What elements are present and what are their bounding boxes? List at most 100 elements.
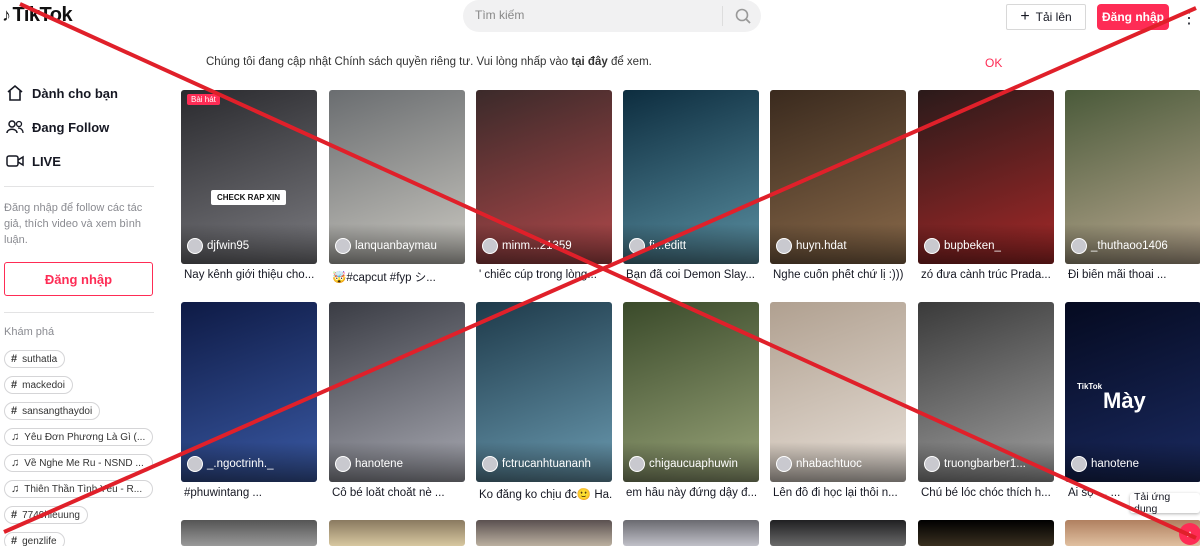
explore-tag[interactable]: # suthatla xyxy=(4,350,66,368)
video-thumbnail[interactable] xyxy=(476,520,612,546)
video-thumbnail[interactable]: _thuthaoo1406 xyxy=(1065,90,1200,264)
video-author[interactable]: _.ngoctrinh._ xyxy=(187,456,274,472)
avatar xyxy=(629,238,645,254)
login-button-top[interactable]: Đăng nhập xyxy=(1097,4,1169,30)
tiktok-logo[interactable]: ♪ TikTok xyxy=(2,4,73,27)
plus-icon: + xyxy=(1020,8,1030,25)
video-thumbnail[interactable] xyxy=(918,520,1054,546)
explore-tag[interactable]: ♫ Yêu Đơn Phương Là Gì (... xyxy=(4,428,153,446)
video-caption[interactable]: Đi biển mãi thoai ... xyxy=(1068,269,1200,281)
video-caption[interactable]: Lên đồ đi học lại thôi n... xyxy=(773,487,906,499)
scroll-top-icon[interactable]: ▲ xyxy=(1179,523,1200,545)
author-name: minm...21359 xyxy=(502,240,572,252)
video-author[interactable]: bupbeken_ xyxy=(924,238,1001,254)
avatar xyxy=(335,456,351,472)
video-thumbnail[interactable]: truongbarber1... xyxy=(918,302,1054,482)
author-name: chigaucuaphuwin xyxy=(649,458,738,470)
video-author[interactable]: nhabachtuoc xyxy=(776,456,862,472)
avatar xyxy=(1071,238,1087,254)
avatar xyxy=(776,456,792,472)
video-caption[interactable]: Nay kênh giới thiệu cho... xyxy=(184,269,317,281)
video-caption[interactable]: zó đưa cành trúc Prada... xyxy=(921,269,1054,281)
video-caption[interactable]: em hầu này đứng dậy đ... xyxy=(626,487,759,499)
tag-label: genzlife xyxy=(22,535,57,546)
author-name: hanotene xyxy=(1091,458,1139,470)
video-author[interactable]: huyn.hdat xyxy=(776,238,847,254)
video-caption[interactable]: Bạn đã coi Demon Slay... xyxy=(626,269,759,281)
author-name: _thuthaoo1406 xyxy=(1091,240,1168,252)
video-thumbnail[interactable] xyxy=(329,520,465,546)
video-thumbnail[interactable]: nhabachtuoc xyxy=(770,302,906,482)
video-thumbnail[interactable]: fctrucanhtuananh xyxy=(476,302,612,482)
video-author[interactable]: chigaucuaphuwin xyxy=(629,456,738,472)
video-author[interactable]: djfwin95 xyxy=(187,238,249,254)
download-app-button[interactable]: Tải ứng dụng xyxy=(1130,491,1200,515)
video-thumbnail[interactable]: huyn.hdat xyxy=(770,90,906,264)
video-overlay-title: Mày xyxy=(1103,388,1146,413)
video-caption[interactable]: Nghe cuốn phết chứ lị :))) xyxy=(773,269,906,281)
sidebar-item-label: LIVE xyxy=(32,153,61,169)
tag-label: mackedoi xyxy=(22,379,65,391)
video-author[interactable]: fi...editt xyxy=(629,238,686,254)
sidebar-login-button[interactable]: Đăng nhập xyxy=(4,262,153,296)
avatar xyxy=(187,238,203,254)
hashtag-icon: # xyxy=(11,509,18,521)
video-thumbnail[interactable]: fi...editt xyxy=(623,90,759,264)
explore-title: Khám phá xyxy=(4,326,55,338)
explore-tag[interactable]: ♫ Về Nghe Me Ru - NSND ... xyxy=(4,454,153,472)
video-caption[interactable]: Cô bé loắt choắt nè ... xyxy=(332,487,465,499)
search-icon[interactable] xyxy=(734,7,752,25)
video-caption[interactable]: Ko đăng ko chịu đc🙂 Ha... xyxy=(479,487,612,501)
video-author[interactable]: hanotene xyxy=(1071,456,1139,472)
sidebar-item-label: Đang Follow xyxy=(32,119,110,135)
avatar xyxy=(1071,456,1087,472)
video-thumbnail[interactable] xyxy=(181,520,317,546)
video-thumbnail[interactable] xyxy=(770,520,906,546)
notice-link[interactable]: tại đây xyxy=(571,56,607,68)
video-caption[interactable]: ' chiếc cúp trong lòng... xyxy=(479,269,612,281)
video-thumbnail[interactable]: minm...21359 xyxy=(476,90,612,264)
avatar xyxy=(482,238,498,254)
video-author[interactable]: lanquanbaymau xyxy=(335,238,437,254)
author-name: lanquanbaymau xyxy=(355,240,437,252)
explore-tag[interactable]: #7749hieuung xyxy=(4,506,88,524)
sidebar-item-live[interactable]: LIVE xyxy=(6,152,61,170)
video-thumbnail[interactable]: hanotene xyxy=(329,302,465,482)
avatar xyxy=(776,238,792,254)
video-author[interactable]: fctrucanhtuananh xyxy=(482,456,591,472)
tag-label: Thiên Thần Tình Yêu - R... xyxy=(24,483,143,495)
explore-tag[interactable]: # mackedoi xyxy=(4,376,73,394)
avatar xyxy=(482,456,498,472)
video-author[interactable]: truongbarber1... xyxy=(924,456,1026,472)
video-thumbnail[interactable]: Mày TikTok hanotene xyxy=(1065,302,1200,482)
video-thumbnail[interactable] xyxy=(623,520,759,546)
privacy-notice-bar: Chúng tôi đang cập nhật Chính sách quyền… xyxy=(168,48,1200,78)
video-caption[interactable]: 🤯#capcut #fyp シ... xyxy=(332,269,465,285)
upload-button[interactable]: + Tải lên xyxy=(1006,4,1086,30)
search-bar[interactable]: Tìm kiếm xyxy=(463,0,761,32)
hashtag-icon: # xyxy=(11,353,18,365)
avatar xyxy=(924,456,940,472)
explore-tag[interactable]: # genzlife xyxy=(4,532,65,546)
sidebar-item-following[interactable]: Đang Follow xyxy=(6,118,109,136)
avatar xyxy=(335,238,351,254)
tag-label: sansangthaydoi xyxy=(22,405,93,417)
video-caption[interactable]: Chú bé lóc chóc thích h... xyxy=(921,487,1054,499)
video-thumbnail[interactable]: _.ngoctrinh._ xyxy=(181,302,317,482)
notice-ok-button[interactable]: OK xyxy=(985,56,1002,70)
video-thumbnail[interactable]: Bài hát CHECK RAP XỊN djfwin95 xyxy=(181,90,317,264)
sidebar-item-for-you[interactable]: Dành cho bạn xyxy=(6,84,118,102)
author-name: _.ngoctrinh._ xyxy=(207,458,274,470)
explore-tag[interactable]: # sansangthaydoi xyxy=(4,402,101,420)
video-author[interactable]: minm...21359 xyxy=(482,238,572,254)
video-author[interactable]: _thuthaoo1406 xyxy=(1071,238,1168,254)
video-thumbnail[interactable]: bupbeken_ xyxy=(918,90,1054,264)
more-vertical-icon[interactable]: ⋮ xyxy=(1181,8,1197,28)
video-caption[interactable]: #phuwintang ... xyxy=(184,487,317,499)
explore-tag[interactable]: ♫ Thiên Thần Tình Yêu - R... xyxy=(4,480,153,498)
sidebar: Dành cho bạn Đang Follow LIVE Đăng nhập … xyxy=(0,80,168,546)
video-thumbnail[interactable]: chigaucuaphuwin xyxy=(623,302,759,482)
video-thumbnail[interactable]: lanquanbaymau xyxy=(329,90,465,264)
search-input[interactable]: Tìm kiếm xyxy=(475,8,524,22)
video-author[interactable]: hanotene xyxy=(335,456,403,472)
